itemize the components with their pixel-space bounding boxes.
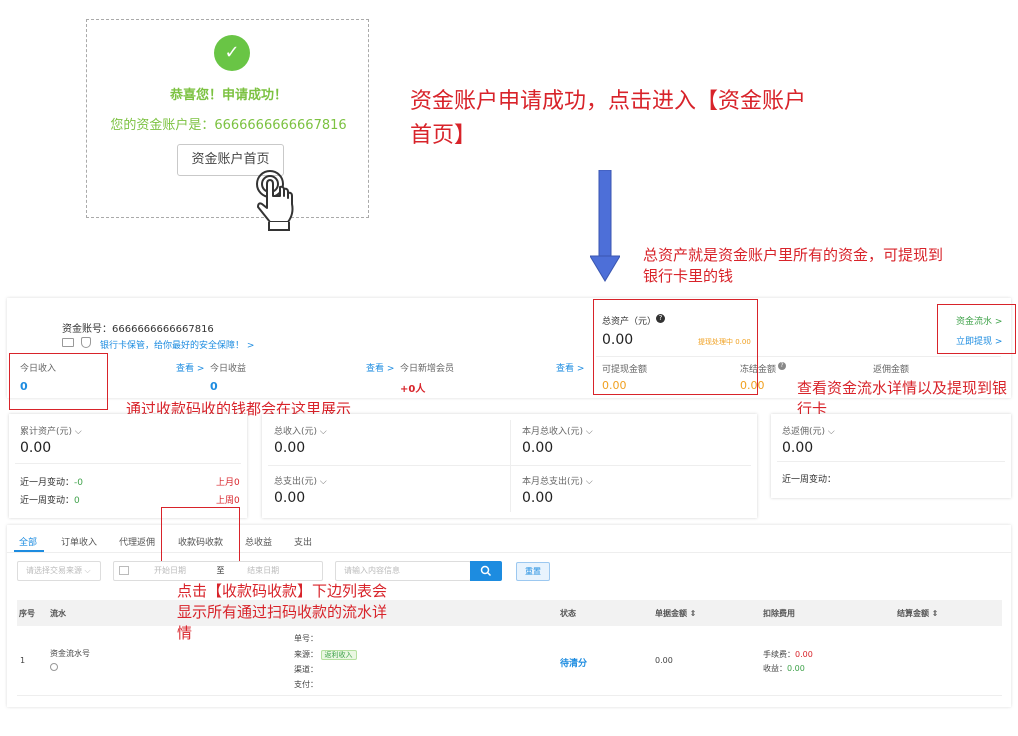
row-index: 1 [20,656,26,665]
totals-divider-v [510,420,511,512]
annotation-total-assets: 总资产就是资金账户里所有的资金，可提现到银行卡里的钱 [643,246,944,285]
cumulative-value: 0.00 [20,440,52,456]
month-change-label: 近一月变动：-0 [20,478,83,488]
right-links-highlight [937,304,1016,354]
start-date[interactable]: 开始日期 [154,566,186,575]
annotation-apply-success: 资金账户申请成功，点击进入【资金账户首页】 [410,89,807,148]
rebate-amount-label: 返佣金额 [873,365,910,375]
row-amount: 0.00 [655,656,673,665]
reset-button[interactable]: 重置 [516,562,550,581]
source-select[interactable]: 请选择交易来源 ⌵ [17,561,101,581]
today-income-highlight [9,353,108,410]
today-profit-value: 0 [210,380,218,393]
search-button[interactable] [470,561,502,581]
end-date[interactable]: 结束日期 [247,566,279,575]
qr-tab-highlight [161,507,240,563]
total-income-value: 0.00 [274,440,306,456]
month-income-label: 本月总收入(元) ⌵ [522,427,593,437]
tab-agent-rebate[interactable]: 代理返佣 [119,535,155,548]
chevron-right-icon: > [246,341,255,351]
rebate-divider [777,461,1005,462]
total-rebate-label: 总返佣(元) ⌵ [782,427,835,437]
success-card: ✓ 恭喜您！申请成功！ 您的资金账户是：6666666666667816 资金账… [86,19,369,231]
last-month: 上月0 [216,478,240,488]
down-arrow-icon [590,170,620,282]
rebate-week-label: 近一周变动： [782,475,837,485]
tab-all[interactable]: 全部 [19,535,37,548]
date-range-input[interactable]: 开始日期 至 结束日期 [113,561,323,581]
th-index: 序号 [19,609,35,618]
total-income-label: 总收入(元) ⌵ [274,427,327,437]
bank-card-icon [62,338,74,347]
cumulative-divider [15,463,241,464]
tab-order-income[interactable]: 订单收入 [61,535,97,548]
totals-divider-h [268,465,751,466]
row-flow-no: 资金流水号 [50,649,90,658]
table-header [17,600,1002,626]
row-status[interactable]: 待清分 [560,656,587,669]
today-profit-label: 今日收益 [210,364,247,374]
calendar-icon [119,566,129,575]
search-input[interactable]: 请输入内容信息 [335,561,471,581]
week-change-label: 近一周变动：0 [20,496,80,506]
th-flow: 流水 [50,609,66,618]
tab-total-profit[interactable]: 总收益 [245,535,272,548]
today-new-members-label: 今日新增会员 [400,364,455,374]
annotation-qr-tab: 点击【收款码收款】下边列表会显示所有通过扫码收款的流水详情 [177,582,388,642]
cumulative-label: 累计资产(元) ⌵ [20,427,82,437]
hand-pointer-icon [256,170,294,231]
row-pay: 支付： [294,680,318,689]
today-new-members-value: +0人 [400,384,426,395]
month-expense-value: 0.00 [522,490,554,506]
total-rebate-value: 0.00 [782,440,814,456]
account-number-line: 您的资金账户是：6666666666667816 [110,118,347,133]
success-title: 恭喜您！申请成功！ [169,88,287,103]
total-expense-label: 总支出(元) ⌵ [274,477,327,487]
row-divider [17,695,1002,696]
tab-expense[interactable]: 支出 [294,535,312,548]
success-check-icon: ✓ [214,35,250,71]
row-channel: 渠道： [294,665,318,674]
today-new-members-view-link[interactable]: 查看 > [556,361,584,374]
source-tag: 返利收入 [320,650,357,660]
today-income-view-link[interactable]: 查看 > [176,361,204,374]
total-expense-value: 0.00 [274,490,306,506]
th-settlement[interactable]: 结算金额 ⇕ [897,608,939,619]
clock-icon [50,663,58,671]
th-amount[interactable]: 单据金额 ⇕ [655,608,697,619]
date-to: 至 [216,566,225,575]
row-source: 来源： 返利收入 [294,649,357,660]
th-fee: 扣除费用 [763,609,795,618]
search-icon [480,565,492,577]
month-income-value: 0.00 [522,440,554,456]
account-label: 资金账号：6666666666667816 [62,324,214,335]
row-fee: 手续费：0.00 [763,650,813,659]
tabs-divider [7,552,1011,553]
bank-safe-link[interactable]: 银行卡保管，给你最好的安全保障！ > [100,338,254,351]
th-status: 状态 [560,609,576,618]
tab-active-indicator [14,550,44,552]
month-expense-label: 本月总支出(元) ⌵ [522,477,593,487]
today-profit-view-link[interactable]: 查看 > [366,361,394,374]
shield-icon [81,337,91,348]
row-income: 收益：0.00 [763,664,805,673]
row-order-no: 单号： [294,634,318,643]
total-assets-highlight [593,299,758,395]
frozen-help-icon[interactable]: ? [778,362,786,370]
last-week: 上周0 [216,496,240,506]
